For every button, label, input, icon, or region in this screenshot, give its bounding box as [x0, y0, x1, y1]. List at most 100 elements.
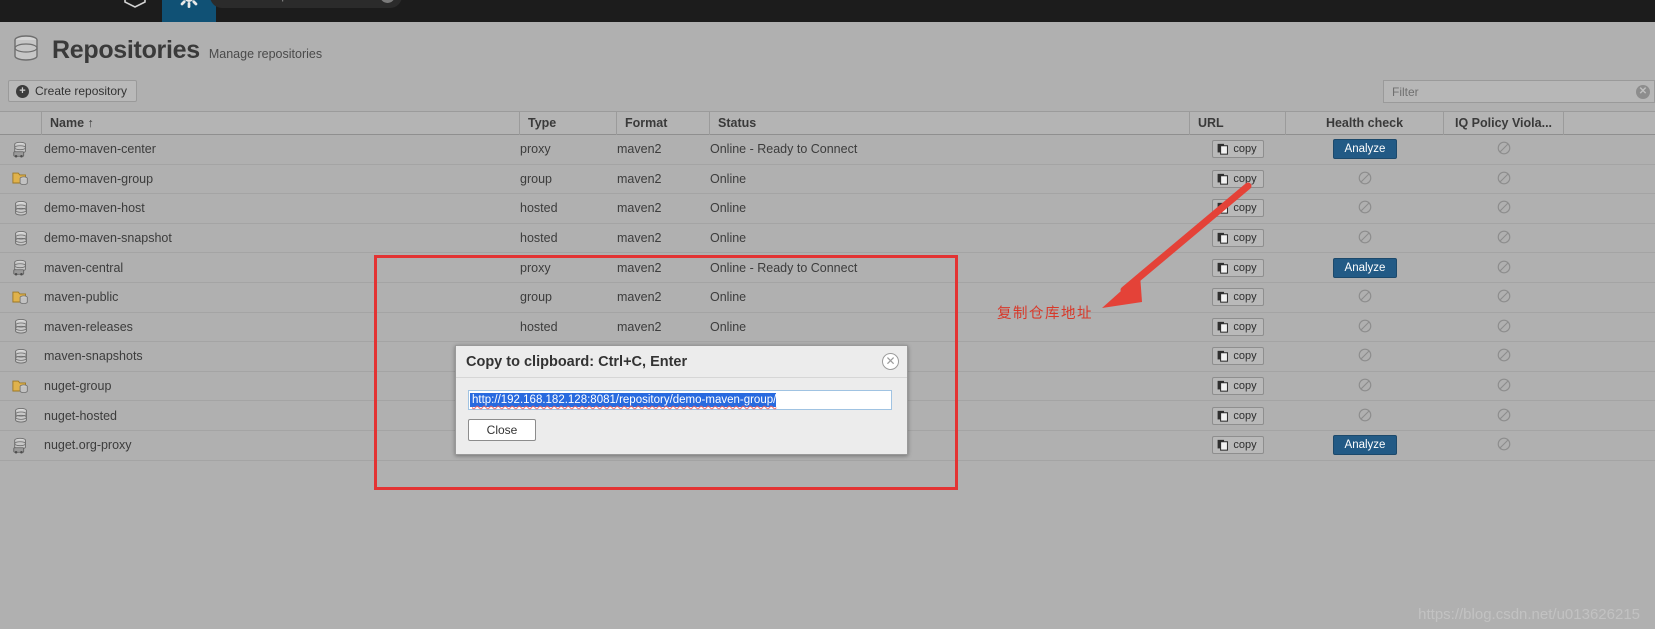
proxy-repo-icon: [13, 141, 26, 158]
nav-tab-search[interactable]: [54, 0, 108, 22]
repository-url-input[interactable]: http://192.168.182.128:8081/repository/d…: [468, 390, 892, 410]
copy-url-button[interactable]: copy: [1212, 317, 1264, 336]
nav-tab-components[interactable]: [108, 0, 162, 22]
nav-tab-administration[interactable]: [162, 0, 216, 22]
repo-type-cell: proxy: [520, 260, 551, 275]
health-disabled-icon: [1358, 378, 1372, 394]
copy-url-button[interactable]: copy: [1212, 406, 1264, 425]
search-input[interactable]: Search components ✕: [210, 0, 402, 8]
health-disabled-icon: [1358, 319, 1372, 335]
no-entry-icon: [1358, 171, 1372, 185]
repo-type-icon-cell: [0, 230, 42, 247]
column-header-health-check[interactable]: Health check: [1286, 111, 1444, 135]
health-disabled-icon: [1358, 408, 1372, 424]
repo-type-icon-cell: [0, 259, 42, 276]
group-repo-icon: [12, 380, 28, 393]
repo-type-icon-cell: [0, 407, 42, 424]
column-header-name[interactable]: Name ↑: [42, 111, 520, 135]
repo-type-icon-cell: [0, 289, 42, 306]
repo-status-cell: Online: [710, 319, 747, 334]
create-repository-button[interactable]: + Create repository: [8, 80, 138, 102]
column-header-status[interactable]: Status: [710, 111, 1190, 135]
group-repo-icon: [12, 291, 28, 304]
analyze-button[interactable]: Analyze: [1332, 139, 1398, 160]
hosted-repo-icon: [15, 319, 27, 334]
repo-format-cell: maven2: [617, 171, 662, 186]
repo-iq-policy-cell: [1444, 319, 1564, 335]
copy-url-button[interactable]: copy: [1212, 140, 1264, 159]
copy-button-label: copy: [1233, 143, 1257, 156]
repo-health-cell: [1286, 348, 1444, 364]
repo-iq-policy-cell: [1444, 408, 1564, 424]
page-toolbar: + Create repository Filter ✕: [0, 80, 1655, 106]
no-entry-icon: [1358, 230, 1372, 244]
no-entry-icon: [1497, 171, 1511, 185]
iq-disabled-icon: [1497, 408, 1511, 424]
copy-url-button[interactable]: copy: [1212, 347, 1264, 366]
repo-iq-policy-cell: [1444, 437, 1564, 453]
filter-input[interactable]: Filter ✕: [1383, 80, 1655, 103]
repo-type-cell: proxy: [520, 142, 551, 157]
repo-health-cell: [1286, 319, 1444, 335]
column-header-format[interactable]: Format: [617, 111, 710, 135]
hosted-repo-icon: [15, 348, 27, 364]
column-header-iq-policy[interactable]: IQ Policy Viola...: [1444, 111, 1564, 135]
table-row[interactable]: maven-public group maven2 Online copy: [0, 282, 1655, 313]
repo-url-cell: copy: [1190, 347, 1286, 366]
table-row[interactable]: maven-releases hosted maven2 Online copy: [0, 312, 1655, 343]
repo-type-icon-cell: [0, 200, 42, 217]
no-entry-icon: [1497, 289, 1511, 303]
iq-disabled-icon: [1497, 260, 1511, 276]
no-entry-icon: [1358, 319, 1372, 333]
top-navigation-bar: Search components ✕ ? admin Sign out: [0, 0, 1655, 22]
analyze-button[interactable]: Analyze: [1332, 257, 1398, 278]
repo-type-cell: hosted: [520, 319, 558, 334]
nav-tab-browse[interactable]: [0, 0, 54, 22]
analyze-button[interactable]: Analyze: [1332, 435, 1398, 456]
copy-icon: [1217, 410, 1229, 422]
repo-health-cell: [1286, 408, 1444, 424]
copy-url-button[interactable]: copy: [1212, 377, 1264, 396]
repo-format-cell: maven2: [617, 231, 662, 246]
group-repo-icon: [12, 173, 28, 186]
repo-format-cell: maven2: [617, 319, 662, 334]
proxy-repo-icon: [13, 260, 26, 276]
table-row[interactable]: maven-central proxy maven2 Online - Ready t…: [0, 253, 1655, 283]
page-subtitle: Manage repositories: [208, 47, 323, 61]
repositories-page: Search components ✕ ? admin Sign out: [0, 0, 1655, 629]
iq-disabled-icon: [1497, 319, 1511, 335]
no-entry-icon: [1497, 201, 1511, 214]
table-row[interactable]: demo-maven-center proxy maven2 Online - Rea…: [0, 135, 1655, 165]
repo-name-cell: demo-maven-host: [44, 201, 145, 216]
table-row[interactable]: demo-maven-group group maven2 Online copy: [0, 164, 1655, 195]
repo-iq-policy-cell: [1444, 200, 1564, 216]
repo-health-cell: [1286, 378, 1444, 394]
copy-url-button[interactable]: copy: [1212, 436, 1264, 455]
repo-type-cell: group: [520, 171, 552, 186]
repository-url-value: http://192.168.182.128:8081/repository/d…: [470, 393, 777, 407]
copy-icon: [1217, 144, 1229, 155]
repo-name-cell: demo-maven-snapshot: [44, 231, 172, 246]
search-clear-icon[interactable]: ✕: [380, 0, 395, 3]
repo-format-cell: maven2: [617, 142, 662, 157]
iq-disabled-icon: [1497, 200, 1511, 216]
column-header-url[interactable]: URL: [1190, 111, 1286, 135]
dialog-title: Copy to clipboard: Ctrl+C, Enter: [466, 353, 688, 370]
plus-circle-icon: +: [16, 84, 29, 98]
repo-health-cell: [1286, 200, 1444, 216]
table-row[interactable]: demo-maven-host hosted maven2 Online copy: [0, 194, 1655, 224]
dialog-close-button[interactable]: Close: [468, 419, 536, 441]
iq-disabled-icon: [1497, 230, 1511, 246]
column-header-type[interactable]: Type: [520, 111, 617, 135]
page-header: Repositories Manage repositories: [0, 22, 1655, 78]
table-row[interactable]: demo-maven-snapshot hosted maven2 Online cop…: [0, 223, 1655, 254]
repo-name-cell: demo-maven-center: [44, 142, 156, 157]
close-circle-icon[interactable]: ✕: [882, 353, 899, 370]
page-title: Repositories: [52, 35, 200, 64]
iq-disabled-icon: [1497, 289, 1511, 305]
repo-iq-policy-cell: [1444, 260, 1564, 276]
no-entry-icon: [1497, 141, 1511, 155]
repo-url-cell: copy: [1190, 140, 1286, 159]
repo-name-cell: nuget-hosted: [44, 408, 117, 423]
filter-clear-icon[interactable]: ✕: [1636, 85, 1650, 99]
